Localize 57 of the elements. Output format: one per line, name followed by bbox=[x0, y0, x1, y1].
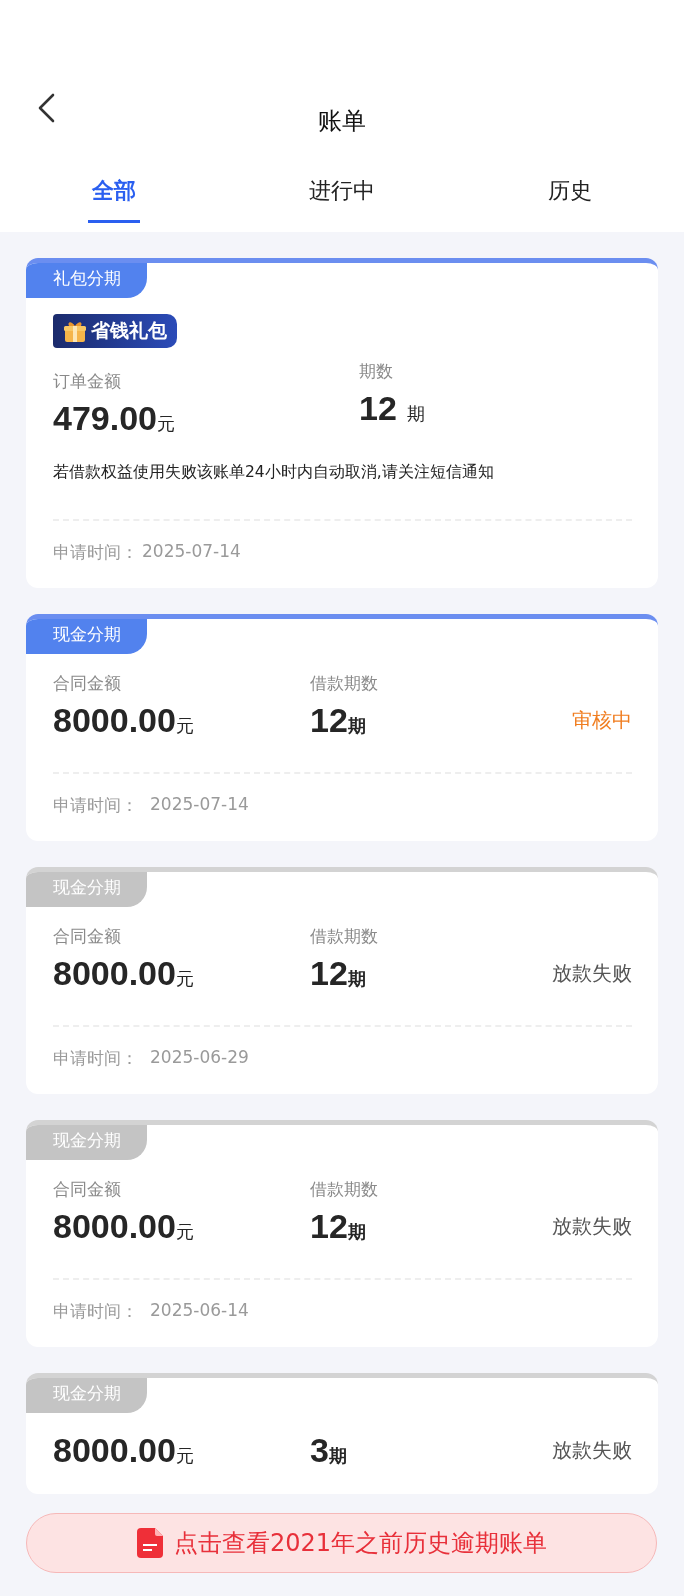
amount-value: 8000.00 bbox=[53, 1431, 176, 1470]
period-unit: 期 bbox=[347, 1221, 366, 1244]
period-label: 借款期数 bbox=[310, 925, 379, 948]
back-icon[interactable] bbox=[36, 92, 56, 124]
period-unit: 期 bbox=[347, 968, 366, 991]
date-label: 申请时间： bbox=[53, 794, 138, 817]
period-value: 3 bbox=[310, 1431, 329, 1470]
amount-value: 8000.00 bbox=[53, 1207, 176, 1246]
date-label: 申请时间： bbox=[53, 1047, 138, 1070]
period-label: 期数 bbox=[359, 360, 394, 383]
status-text: 审核中 bbox=[572, 707, 632, 734]
bill-card[interactable]: 礼包分期 省钱礼包 订单金额 479.00元 期数 12 期 若借款权益使用失败该账单24小时内自动取消,请关注短信通知 申请时间： 2025-07-14 bbox=[26, 258, 658, 588]
currency-unit: 元 bbox=[175, 1220, 194, 1244]
period-unit: 期 bbox=[328, 1445, 347, 1468]
amount-label: 订单金额 bbox=[53, 370, 122, 393]
status-text: 放款失败 bbox=[552, 1437, 632, 1464]
category-tag: 现金分期 bbox=[26, 1378, 147, 1413]
period-value: 12 bbox=[359, 389, 397, 428]
gift-badge: 省钱礼包 bbox=[53, 314, 177, 348]
currency-unit: 元 bbox=[175, 967, 194, 991]
date-value: 2025-06-29 bbox=[150, 1047, 249, 1069]
date-label: 申请时间： bbox=[53, 1300, 138, 1323]
category-tag: 现金分期 bbox=[26, 619, 147, 654]
page-title: 账单 bbox=[318, 106, 366, 137]
tab[interactable]: 全部 bbox=[88, 158, 140, 223]
status-text: 放款失败 bbox=[552, 1213, 632, 1240]
period-value: 12 bbox=[310, 954, 348, 993]
amount-label: 合同金额 bbox=[53, 672, 122, 695]
currency-unit: 元 bbox=[157, 412, 175, 436]
date-value: 2025-07-14 bbox=[150, 794, 249, 816]
category-tag: 现金分期 bbox=[26, 1125, 147, 1160]
date-label: 申请时间： bbox=[53, 541, 138, 564]
period-value: 12 bbox=[310, 701, 348, 740]
notice-text: 若借款权益使用失败该账单24小时内自动取消,请关注短信通知 bbox=[53, 462, 495, 483]
date-value: 2025-07-14 bbox=[142, 541, 241, 563]
category-tag: 现金分期 bbox=[26, 872, 147, 907]
document-icon bbox=[135, 1527, 164, 1559]
amount-value: 8000.00 bbox=[53, 954, 176, 993]
gift-icon bbox=[63, 319, 87, 343]
currency-unit: 元 bbox=[175, 714, 194, 738]
tab[interactable]: 历史 bbox=[544, 158, 596, 223]
period-unit: 期 bbox=[347, 715, 366, 738]
history-bills-banner[interactable]: 点击查看2021年之前历史逾期账单 bbox=[26, 1513, 657, 1573]
amount-value: 479.00 bbox=[53, 399, 157, 438]
status-text: 放款失败 bbox=[552, 960, 632, 987]
amount-label: 合同金额 bbox=[53, 925, 122, 948]
period-label: 借款期数 bbox=[310, 1178, 379, 1201]
currency-unit: 元 bbox=[175, 1444, 194, 1468]
tab[interactable]: 进行中 bbox=[305, 158, 379, 223]
amount-label: 合同金额 bbox=[53, 1178, 122, 1201]
period-label: 借款期数 bbox=[310, 672, 379, 695]
period-value: 12 bbox=[310, 1207, 348, 1246]
amount-value: 8000.00 bbox=[53, 701, 176, 740]
bill-card[interactable]: 现金分期 合同金额 8000.00元 借款期数 12期 审核中 申请时间： 2025-07-14 bbox=[26, 614, 658, 841]
date-value: 2025-06-14 bbox=[150, 1300, 249, 1322]
period-unit: 期 bbox=[406, 402, 425, 426]
category-tag: 礼包分期 bbox=[26, 263, 147, 298]
